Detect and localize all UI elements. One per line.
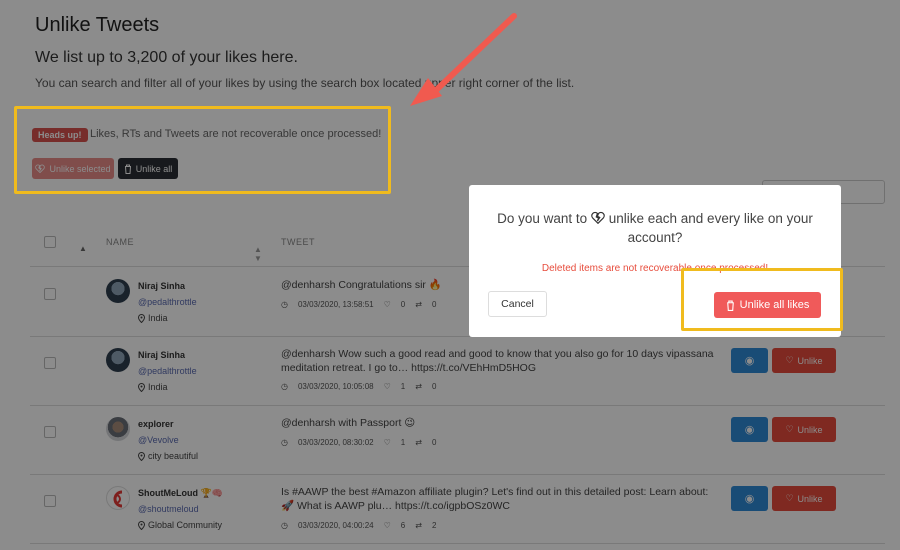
confirm-question-part1: Do you want to — [497, 211, 588, 226]
confirm-question-part2: unlike each and every like on your accou… — [608, 211, 813, 245]
cancel-button[interactable]: Cancel — [488, 291, 547, 317]
broken-heart-icon — [591, 211, 605, 225]
page: Unlike Tweets We list up to 3,200 of you… — [0, 0, 900, 550]
confirm-question: Do you want to unlike each and every lik… — [469, 209, 841, 247]
confirm-highlight — [681, 268, 843, 331]
